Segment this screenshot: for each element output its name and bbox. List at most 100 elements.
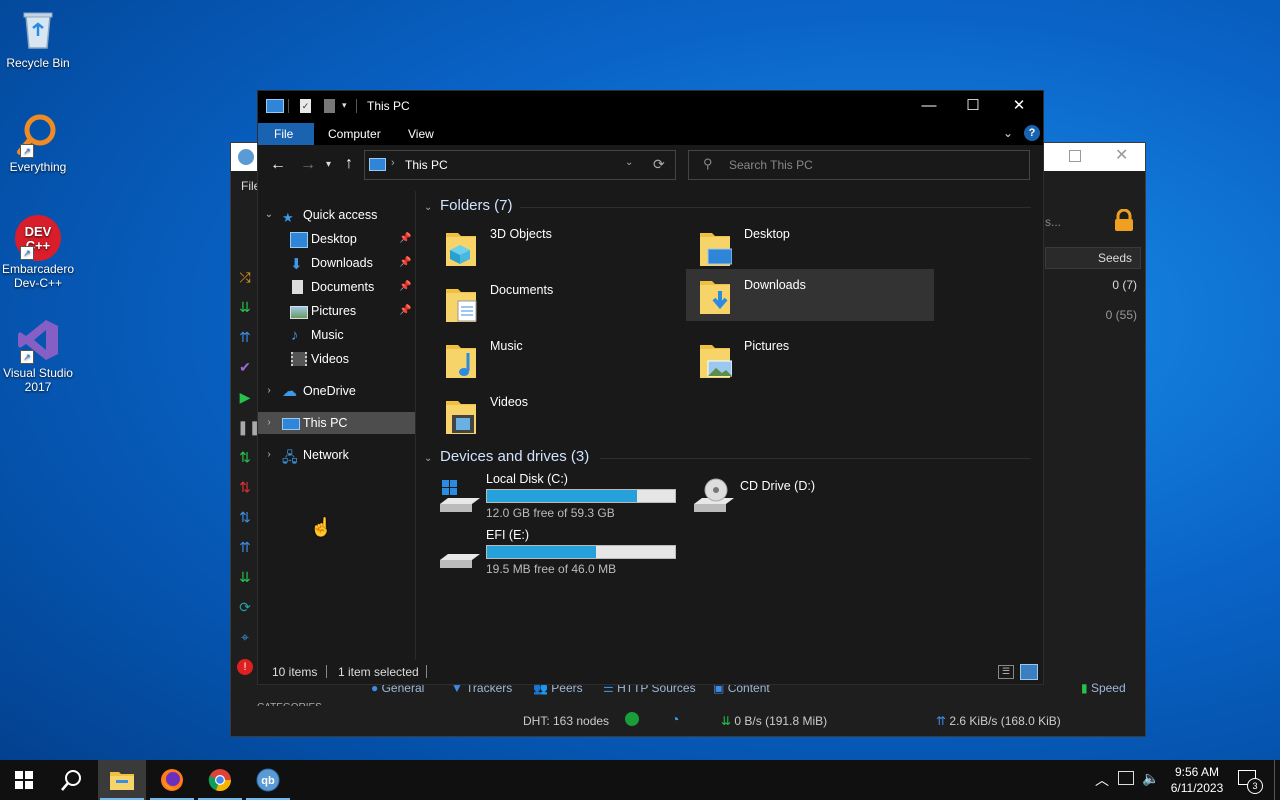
breadcrumb[interactable]: This PC [405, 158, 448, 172]
new-folder-icon[interactable] [324, 99, 335, 113]
close-button[interactable]: ✕ [996, 91, 1042, 123]
refresh-icon[interactable]: ⟳ [653, 156, 665, 173]
search-box[interactable]: ⚲ Search This PC [688, 150, 1030, 180]
pin-icon[interactable]: 📌 [399, 300, 411, 322]
folder-label: Pictures [744, 339, 790, 353]
qb-column-seeds[interactable]: Seeds [1045, 247, 1141, 269]
expand-ribbon-icon[interactable]: ⌄ [1003, 126, 1013, 140]
check-icon[interactable]: ✔ [237, 359, 253, 375]
firefox-icon [161, 769, 183, 791]
taskbar-file-explorer[interactable] [98, 760, 146, 800]
tab-label: Speed [1090, 681, 1126, 695]
file-explorer-icon [110, 772, 134, 790]
tab-view[interactable]: View [396, 123, 446, 145]
desktop-icon-everything[interactable]: ↗ Everything [0, 112, 76, 174]
folder-videos[interactable]: Videos [436, 389, 686, 441]
nav-downloads[interactable]: ⬇ Downloads 📌 [258, 252, 415, 274]
nav-documents[interactable]: Documents 📌 [258, 276, 415, 298]
maximize-button[interactable]: ☐ [950, 91, 996, 123]
address-row: ← → ▾ ↑ › This PC ⌄ ⟳ ⚲ Search This PC [258, 145, 1043, 191]
help-icon[interactable]: ? [1024, 125, 1040, 141]
pause-icon[interactable]: ❚❚ [237, 419, 260, 435]
recent-locations-chevron-icon[interactable]: ▾ [326, 159, 331, 170]
clock[interactable]: 9:56 AM 6/11/2023 [1162, 764, 1232, 796]
active-icon[interactable]: ⇅ [237, 509, 253, 525]
back-button[interactable]: ← [270, 156, 286, 174]
up-button[interactable]: ↑ [345, 155, 353, 173]
nav-onedrive[interactable]: › ☁ OneDrive [258, 380, 415, 402]
network-status-icon[interactable] [1118, 771, 1134, 785]
nav-label: Quick access [303, 208, 378, 222]
nav-label: Pictures [311, 304, 357, 318]
show-desktop-button[interactable] [1274, 760, 1275, 800]
folder-music[interactable]: Music [436, 333, 686, 385]
taskbar-qbittorrent[interactable]: qb [244, 760, 292, 800]
volume-muted-icon[interactable]: 🔈 [1142, 770, 1159, 787]
properties-icon[interactable]: ✓ [300, 99, 311, 113]
folder-desktop[interactable]: Desktop [690, 221, 940, 273]
folder-downloads[interactable]: Downloads [686, 269, 934, 321]
desktop-icon-devcpp[interactable]: DEV C++ ↗ Embarcadero Dev-C++ [0, 214, 76, 290]
nav-pictures[interactable]: Pictures 📌 [258, 300, 415, 322]
tab-computer[interactable]: Computer [316, 123, 393, 145]
address-dropdown-icon[interactable]: ⌄ [625, 157, 633, 168]
download-icon[interactable]: ⇊ [237, 299, 253, 315]
details-view-icon[interactable]: ☰ [998, 665, 1014, 679]
minimize-button[interactable]: — [906, 91, 952, 123]
large-icons-view-icon[interactable] [1020, 664, 1038, 680]
action-center-button[interactable]: 3 [1236, 768, 1263, 794]
connection-icon[interactable] [625, 712, 639, 726]
search-button[interactable] [48, 760, 96, 800]
show-hidden-icons-chevron-icon[interactable]: ︿ [1095, 770, 1109, 790]
error-icon[interactable]: ! [237, 659, 253, 675]
tab-file[interactable]: File [258, 123, 314, 145]
maximize-icon[interactable] [1069, 150, 1081, 162]
upload-icon[interactable]: ⇈ [237, 539, 253, 555]
start-button[interactable] [0, 760, 48, 800]
drive-c[interactable]: Local Disk (C:) 12.0 GB free of 59.3 GB [434, 472, 684, 524]
download-arrow-icon: ⬇ [290, 256, 303, 273]
close-icon[interactable]: ✕ [1115, 145, 1128, 165]
pin-icon[interactable]: 📌 [399, 276, 411, 298]
nav-quick-access[interactable]: ⌄ ★ Quick access [258, 204, 415, 226]
download-icon[interactable]: ⇊ [237, 569, 253, 585]
drive-d[interactable]: CD Drive (D:) [688, 472, 938, 524]
target-icon[interactable]: ⌖ [237, 629, 253, 645]
drive-usage-fill [487, 546, 597, 558]
search-input[interactable]: Search This PC [729, 158, 813, 172]
tab-speed[interactable]: ▮ Speed [1081, 681, 1126, 695]
nav-desktop[interactable]: Desktop 📌 [258, 228, 415, 250]
upload-icon[interactable]: ⇈ [237, 329, 253, 345]
lock-icon[interactable] [1113, 208, 1133, 231]
nav-music[interactable]: ♪ Music [258, 324, 415, 346]
quick-access-dropdown-icon[interactable]: ▾ [342, 100, 347, 111]
stalled-icon[interactable]: ⇅ [237, 479, 253, 495]
folders-section-header[interactable]: ⌄ Folders (7) [424, 195, 513, 217]
file-explorer-window[interactable]: ✓ ▾ This PC — ☐ ✕ File Computer View ⌄ ?… [257, 90, 1044, 685]
forward-button[interactable]: → [300, 156, 316, 174]
drives-section-header[interactable]: ⌄ Devices and drives (3) [424, 446, 589, 468]
explorer-titlebar[interactable]: ✓ ▾ This PC — ☐ ✕ [258, 91, 1043, 123]
folder-documents[interactable]: Documents [436, 277, 686, 329]
desktop-icon-recycle-bin[interactable]: Recycle Bin [0, 8, 76, 70]
folder-pictures[interactable]: Pictures [690, 333, 940, 385]
refresh-icon[interactable]: ⟳ [237, 599, 253, 615]
nav-videos[interactable]: Videos [258, 348, 415, 370]
nav-network[interactable]: › 🖧 Network [258, 444, 415, 466]
address-bar[interactable]: › This PC ⌄ ⟳ [364, 150, 676, 180]
download-speed: ⇊ 0 B/s (191.8 MiB) [721, 714, 827, 728]
play-icon[interactable]: ▶ [237, 389, 253, 405]
pin-icon[interactable]: 📌 [399, 228, 411, 250]
drive-e[interactable]: EFI (E:) 19.5 MB free of 46.0 MB [434, 528, 684, 580]
pin-icon[interactable]: 📌 [399, 252, 411, 274]
network-icon: 🖧 [282, 449, 298, 465]
taskbar-firefox[interactable] [148, 760, 196, 800]
taskbar-chrome[interactable] [196, 760, 244, 800]
desktop-icon-visual-studio[interactable]: ↗ Visual Studio 2017 [0, 318, 76, 394]
speed-limit-icon[interactable]: ◔ [671, 711, 679, 727]
svg-text:DEV: DEV [25, 224, 52, 239]
nav-this-pc[interactable]: › This PC [258, 412, 415, 434]
folder-3d-objects[interactable]: 3D Objects [436, 221, 686, 273]
shuffle-icon[interactable]: ⤮ [237, 269, 253, 285]
transfer-icon[interactable]: ⇅ [237, 449, 253, 465]
